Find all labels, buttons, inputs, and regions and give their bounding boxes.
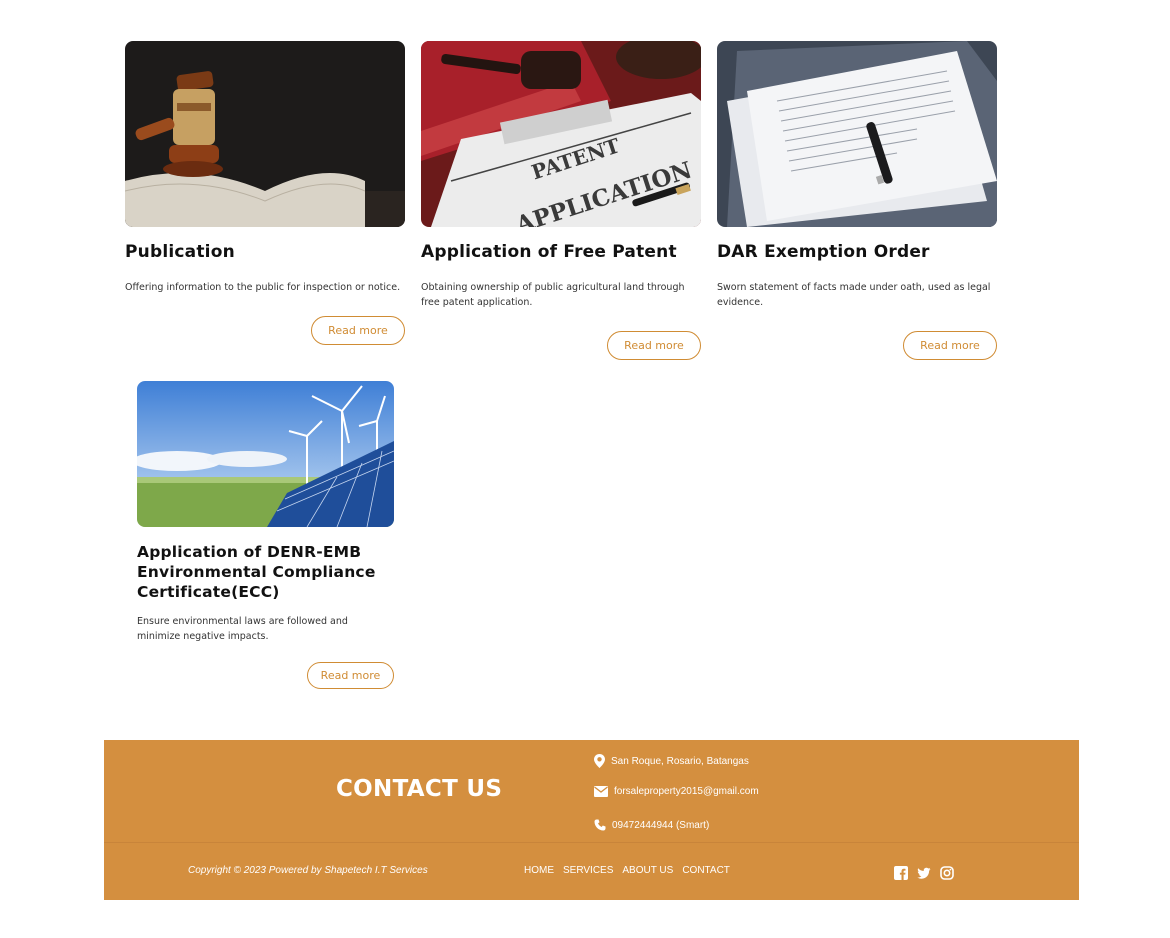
contact-address: San Roque, Rosario, Batangas (594, 754, 749, 768)
publication-image (125, 41, 405, 227)
phone-icon (594, 819, 606, 831)
patent-application-image: PATENT APPLICATION (421, 41, 701, 227)
footer-link-services[interactable]: SERVICES (563, 865, 613, 876)
card-description: Sworn statement of facts made under oath… (717, 282, 991, 308)
instagram-icon[interactable] (940, 866, 954, 880)
footer: CONTACT US San Roque, Rosario, Batangas … (104, 740, 1079, 900)
twitter-icon[interactable] (917, 866, 931, 880)
wind-solar-farm-image (137, 381, 394, 527)
phone-text[interactable]: 09472444944 (Smart) (612, 820, 709, 831)
facebook-icon[interactable] (894, 866, 908, 880)
read-more-button[interactable]: Read more (607, 331, 701, 360)
footer-nav: HOME SERVICES ABOUT US CONTACT (524, 865, 730, 876)
address-text: San Roque, Rosario, Batangas (611, 755, 749, 767)
email-text[interactable]: forsaleproperty2015@gmail.com (614, 786, 759, 797)
footer-link-about-us[interactable]: ABOUT US (622, 865, 673, 876)
copyright-text: Copyright © 2023 Powered by Shapetech I.… (188, 865, 428, 876)
footer-divider (104, 842, 1079, 843)
read-more-button[interactable]: Read more (903, 331, 997, 360)
card-title: DAR Exemption Order (717, 242, 930, 262)
footer-link-contact[interactable]: CONTACT (682, 865, 730, 876)
read-more-button[interactable]: Read more (307, 662, 394, 689)
envelope-icon (594, 786, 608, 797)
contact-phone: 09472444944 (Smart) (594, 819, 709, 831)
documents-with-pen-image (717, 41, 997, 227)
social-links (894, 866, 954, 880)
contact-title: CONTACT US (336, 776, 503, 802)
read-more-button[interactable]: Read more (311, 316, 405, 345)
card-description: Ensure environmental laws are followed a… (137, 616, 348, 642)
contact-email: forsaleproperty2015@gmail.com (594, 786, 759, 797)
card-description: Obtaining ownership of public agricultur… (421, 282, 685, 308)
footer-link-home[interactable]: HOME (524, 865, 554, 876)
card-title: Application of DENR-EMB Environmental Co… (137, 543, 376, 601)
card-description: Offering information to the public for i… (125, 282, 401, 293)
card-title: Publication (125, 242, 235, 262)
map-pin-icon (594, 754, 605, 768)
card-title: Application of Free Patent (421, 242, 677, 262)
